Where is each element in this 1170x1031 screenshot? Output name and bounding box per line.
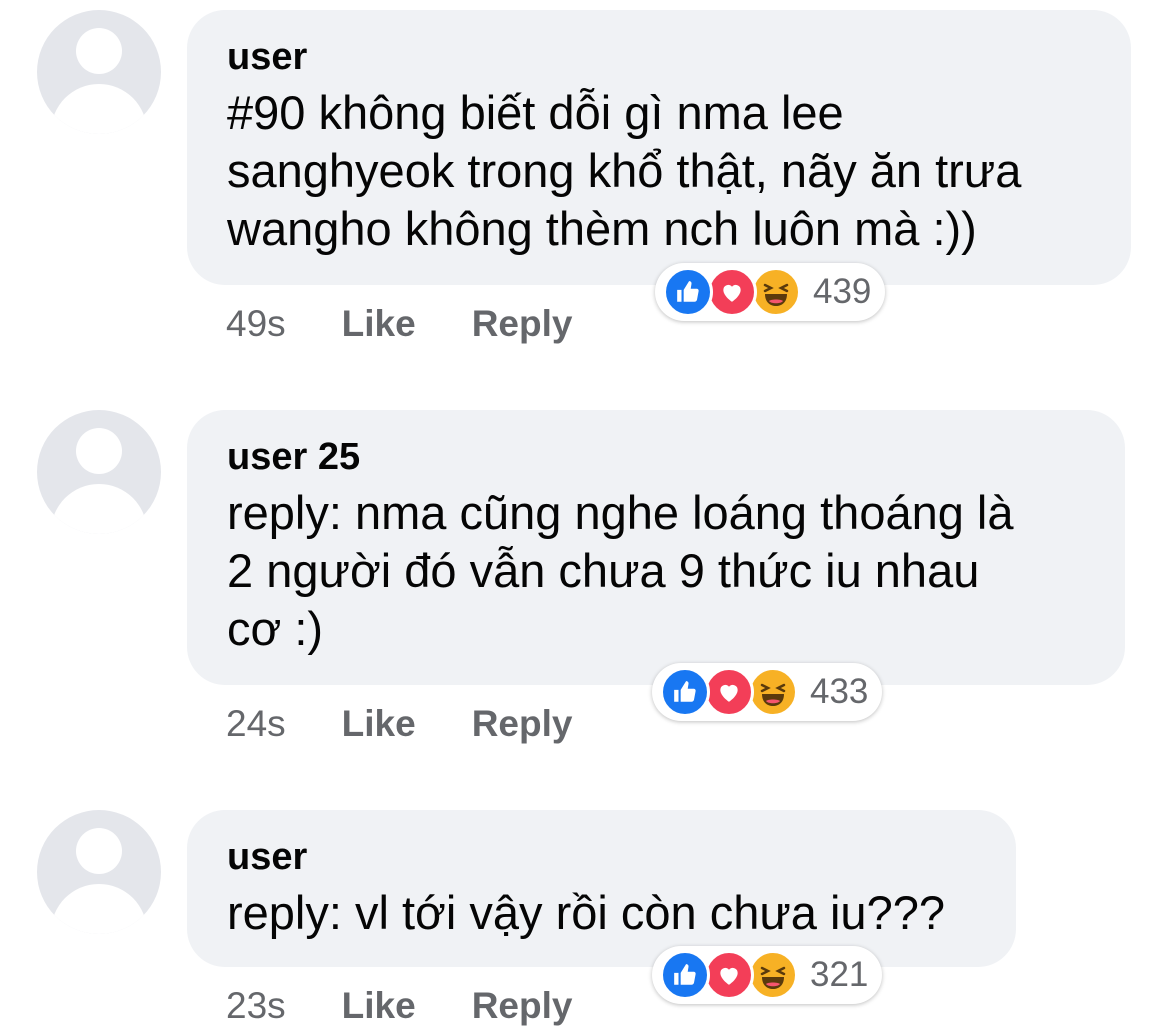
avatar-body-silhouette bbox=[51, 484, 147, 534]
comment-actions: 24s Like Reply bbox=[226, 702, 572, 746]
avatar[interactable] bbox=[37, 10, 161, 134]
comment-bubble: user 25 reply: nma cũng nghe loáng thoán… bbox=[187, 410, 1125, 685]
avatar-head-silhouette bbox=[76, 828, 122, 874]
love-icon bbox=[707, 267, 757, 317]
comment-timestamp[interactable]: 23s bbox=[226, 984, 286, 1028]
reaction-summary[interactable]: 321 bbox=[652, 946, 883, 1004]
like-button[interactable]: Like bbox=[342, 984, 416, 1028]
comment-text-line: reply: nma cũng nghe loáng thoáng là bbox=[227, 486, 1014, 539]
comment-timestamp[interactable]: 49s bbox=[226, 302, 286, 346]
comment-bubble: user #90 không biết dỗi gì nma lee sangh… bbox=[187, 10, 1131, 285]
reaction-count: 321 bbox=[810, 955, 869, 994]
reaction-count: 433 bbox=[810, 672, 869, 711]
comment-text-line: reply: vl tới vậy rồi còn chưa iu??? bbox=[227, 886, 945, 939]
comment-author[interactable]: user bbox=[227, 34, 1091, 80]
love-icon bbox=[704, 667, 754, 717]
comment-text-line: sanghyeok trong khổ thật, nãy ăn trưa bbox=[227, 144, 1022, 197]
like-button[interactable]: Like bbox=[342, 702, 416, 746]
avatar-head-silhouette bbox=[76, 28, 122, 74]
like-button[interactable]: Like bbox=[342, 302, 416, 346]
haha-icon bbox=[748, 950, 798, 1000]
avatar[interactable] bbox=[37, 410, 161, 534]
comment-text-line: #90 không biết dỗi gì nma lee bbox=[227, 86, 844, 139]
like-icon bbox=[663, 267, 713, 317]
comment-actions: 23s Like Reply bbox=[226, 984, 572, 1028]
reaction-summary[interactable]: 439 bbox=[655, 263, 886, 321]
reaction-summary[interactable]: 433 bbox=[652, 663, 883, 721]
reply-button[interactable]: Reply bbox=[472, 984, 573, 1028]
avatar-head-silhouette bbox=[76, 428, 122, 474]
avatar-body-silhouette bbox=[51, 884, 147, 934]
comment-text-line: 2 người đó vẫn chưa 9 thức iu nhau bbox=[227, 544, 980, 597]
comment-text: #90 không biết dỗi gì nma lee sanghyeok … bbox=[227, 84, 1091, 258]
comment-author[interactable]: user 25 bbox=[227, 434, 1085, 480]
love-icon bbox=[704, 950, 754, 1000]
comment-author[interactable]: user bbox=[227, 834, 976, 880]
reply-button[interactable]: Reply bbox=[472, 702, 573, 746]
avatar-body-silhouette bbox=[51, 84, 147, 134]
haha-icon bbox=[748, 667, 798, 717]
like-icon bbox=[660, 667, 710, 717]
reaction-count: 439 bbox=[813, 272, 872, 311]
comment-actions: 49s Like Reply bbox=[226, 302, 572, 346]
avatar[interactable] bbox=[37, 810, 161, 934]
comment-text-line: cơ :) bbox=[227, 602, 324, 655]
like-icon bbox=[660, 950, 710, 1000]
comment-text: reply: vl tới vậy rồi còn chưa iu??? bbox=[227, 884, 976, 942]
comment-timestamp[interactable]: 24s bbox=[226, 702, 286, 746]
comment-bubble: user reply: vl tới vậy rồi còn chưa iu??… bbox=[187, 810, 1016, 967]
comment-text: reply: nma cũng nghe loáng thoáng là 2 n… bbox=[227, 484, 1085, 658]
comment-text-line: wangho không thèm nch luôn mà :)) bbox=[227, 202, 977, 255]
reply-button[interactable]: Reply bbox=[472, 302, 573, 346]
haha-icon bbox=[751, 267, 801, 317]
